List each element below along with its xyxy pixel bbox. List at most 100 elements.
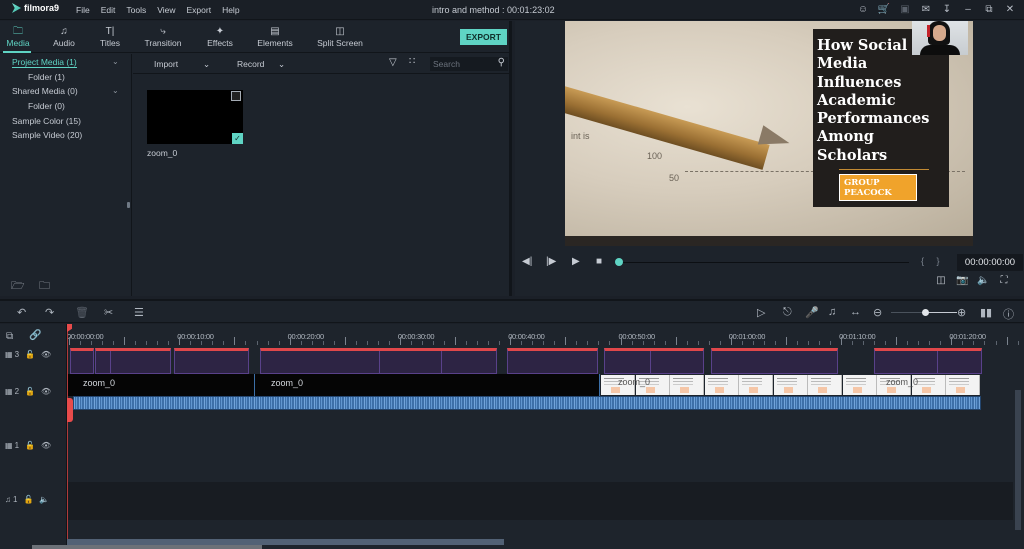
stop-icon[interactable]: ■ (596, 256, 602, 267)
sidebar-item-folder-0[interactable]: Folder (0) (28, 101, 65, 111)
chevron-down-icon[interactable]: ⌄ (112, 86, 119, 95)
lock-icon[interactable]: 🔓 (23, 495, 33, 504)
menu-file[interactable]: File (76, 5, 90, 15)
overlay-clip[interactable] (507, 348, 598, 374)
tab-effects[interactable]: ✦ Effects (205, 25, 235, 48)
sidebar-item-shared-media[interactable]: Shared Media (0) (12, 86, 78, 96)
download-icon[interactable]: ↧ (941, 3, 953, 15)
delete-folder-icon[interactable]: 🗀 (39, 277, 53, 292)
playhead[interactable] (67, 324, 68, 541)
lock-icon[interactable]: 🔓 (25, 441, 35, 450)
slide-thumbnail[interactable] (704, 375, 739, 395)
eye-icon[interactable]: 👁 (41, 387, 51, 396)
video-clip[interactable]: zoom_0 (67, 374, 255, 396)
tab-transition[interactable]: ⤷ Transition (143, 25, 183, 48)
slide-thumbnail[interactable] (808, 375, 842, 395)
timeline-ruler[interactable]: 00:00:00:00 00:00:10:00 00:00:20:00 00:00:3… (67, 324, 1019, 346)
record-dropdown-icon[interactable]: ⌄ (278, 59, 285, 70)
slide-thumbnail[interactable] (946, 375, 980, 395)
filter-icon[interactable]: ▽ (389, 57, 397, 68)
eye-icon[interactable]: 👁 (41, 350, 51, 359)
zoom-out-icon[interactable]: ⊖ (873, 306, 882, 319)
scrubber-knob[interactable] (615, 258, 623, 266)
sidebar-item-folder-1[interactable]: Folder (1) (28, 72, 65, 82)
overlay-clip[interactable] (174, 348, 249, 374)
audio-mixer-icon[interactable]: ♫ (828, 306, 836, 318)
video-clip[interactable]: zoom_0 (255, 374, 600, 396)
playback-scrubber[interactable] (619, 262, 909, 263)
marker-icon[interactable]: ⎋ (783, 306, 792, 319)
slide-thumbnail[interactable] (670, 375, 704, 395)
account-icon[interactable]: ☺ (857, 3, 869, 15)
overlay-clip[interactable] (70, 348, 94, 374)
grid-view-icon[interactable]: ∷ (409, 56, 415, 67)
snapshot-icon[interactable]: 📷 (956, 275, 968, 287)
menu-edit[interactable]: Edit (101, 5, 116, 15)
search-input[interactable] (433, 58, 493, 70)
tab-audio[interactable]: ♫ Audio (50, 25, 78, 48)
menu-help[interactable]: Help (222, 5, 239, 15)
overlay-clip[interactable] (95, 348, 171, 374)
play-icon[interactable]: ▶ (572, 256, 580, 267)
overlay-clip[interactable] (874, 348, 982, 374)
save-icon[interactable]: ▣ (899, 3, 911, 15)
sidebar-item-project-media[interactable]: Project Media (1) (12, 57, 77, 68)
help-icon[interactable]: ⓘ (1003, 306, 1014, 322)
import-dropdown-icon[interactable]: ⌄ (203, 59, 210, 70)
menu-tools[interactable]: Tools (126, 5, 146, 15)
undo-icon[interactable]: ↶ (17, 306, 26, 319)
cut-icon[interactable]: ✂ (104, 306, 113, 319)
redo-icon[interactable]: ↷ (45, 306, 54, 319)
link-icon[interactable]: 🔗 (29, 330, 41, 341)
media-thumbnail[interactable]: ✓ (147, 90, 243, 144)
overlay-clip[interactable] (711, 348, 838, 374)
render-preview-icon[interactable]: ◫ (935, 275, 947, 287)
vertical-scrollbar[interactable] (1015, 390, 1021, 530)
volume-icon[interactable]: 🔈 (977, 275, 989, 287)
fullscreen-icon[interactable]: ⛶ (998, 275, 1010, 287)
search-icon[interactable]: ⚲ (498, 57, 505, 68)
slide-thumbnail[interactable] (773, 375, 808, 395)
tab-titles[interactable]: T| Titles (97, 25, 123, 48)
new-folder-icon[interactable]: 🗁 (11, 277, 25, 292)
layout-icon[interactable]: ▮▮ (980, 306, 992, 319)
mail-icon[interactable]: ✉ (920, 3, 932, 15)
restore-icon[interactable]: ⧉ (983, 3, 995, 15)
tab-media[interactable]: 🗀 Media (5, 25, 31, 48)
lock-icon[interactable]: 🔓 (25, 387, 35, 396)
adjust-icon[interactable]: ☰ (134, 306, 144, 319)
playhead-handle[interactable] (67, 398, 73, 422)
render-icon[interactable]: ▷ (757, 306, 765, 319)
add-track-icon[interactable]: ⧉ (6, 331, 13, 342)
chevron-down-icon[interactable]: ⌄ (112, 57, 119, 66)
speaker-icon[interactable]: 🔈 (39, 495, 49, 504)
cart-icon[interactable]: 🛒 (878, 3, 890, 15)
tab-elements[interactable]: ▤ Elements (256, 25, 294, 48)
import-button[interactable]: Import (154, 59, 178, 69)
tab-split-screen[interactable]: ◫ Split Screen (316, 25, 364, 48)
mark-in-out-icon[interactable]: { } (921, 256, 945, 266)
minimize-icon[interactable]: – (962, 3, 974, 15)
next-frame-icon[interactable]: |▶ (546, 256, 556, 267)
lock-icon[interactable]: 🔓 (25, 350, 35, 359)
eye-icon[interactable]: 👁 (41, 441, 51, 450)
audio-waveform-clip[interactable] (73, 396, 981, 410)
slide-thumbnail[interactable] (739, 375, 773, 395)
close-icon[interactable]: ✕ (1004, 3, 1016, 15)
export-button[interactable]: EXPORT (460, 29, 507, 45)
zoom-slider-knob[interactable] (921, 309, 929, 316)
overlay-clip[interactable] (260, 348, 497, 374)
zoom-in-icon[interactable]: ⊕ (957, 306, 966, 319)
menu-export[interactable]: Export (186, 5, 211, 15)
overlay-clip[interactable] (604, 348, 704, 374)
sidebar-item-sample-color[interactable]: Sample Color (15) (12, 116, 81, 126)
slide-thumbnail[interactable] (842, 375, 877, 395)
delete-icon[interactable]: 🗑 (75, 306, 89, 319)
microphone-icon[interactable]: 🎤 (805, 306, 819, 319)
fit-timeline-icon[interactable]: ↔ (850, 306, 861, 318)
menu-view[interactable]: View (157, 5, 175, 15)
previous-frame-icon[interactable]: ◀| (522, 256, 532, 267)
sidebar-collapse-handle[interactable] (127, 202, 130, 208)
record-button[interactable]: Record (237, 59, 264, 69)
sidebar-item-sample-video[interactable]: Sample Video (20) (12, 130, 82, 140)
